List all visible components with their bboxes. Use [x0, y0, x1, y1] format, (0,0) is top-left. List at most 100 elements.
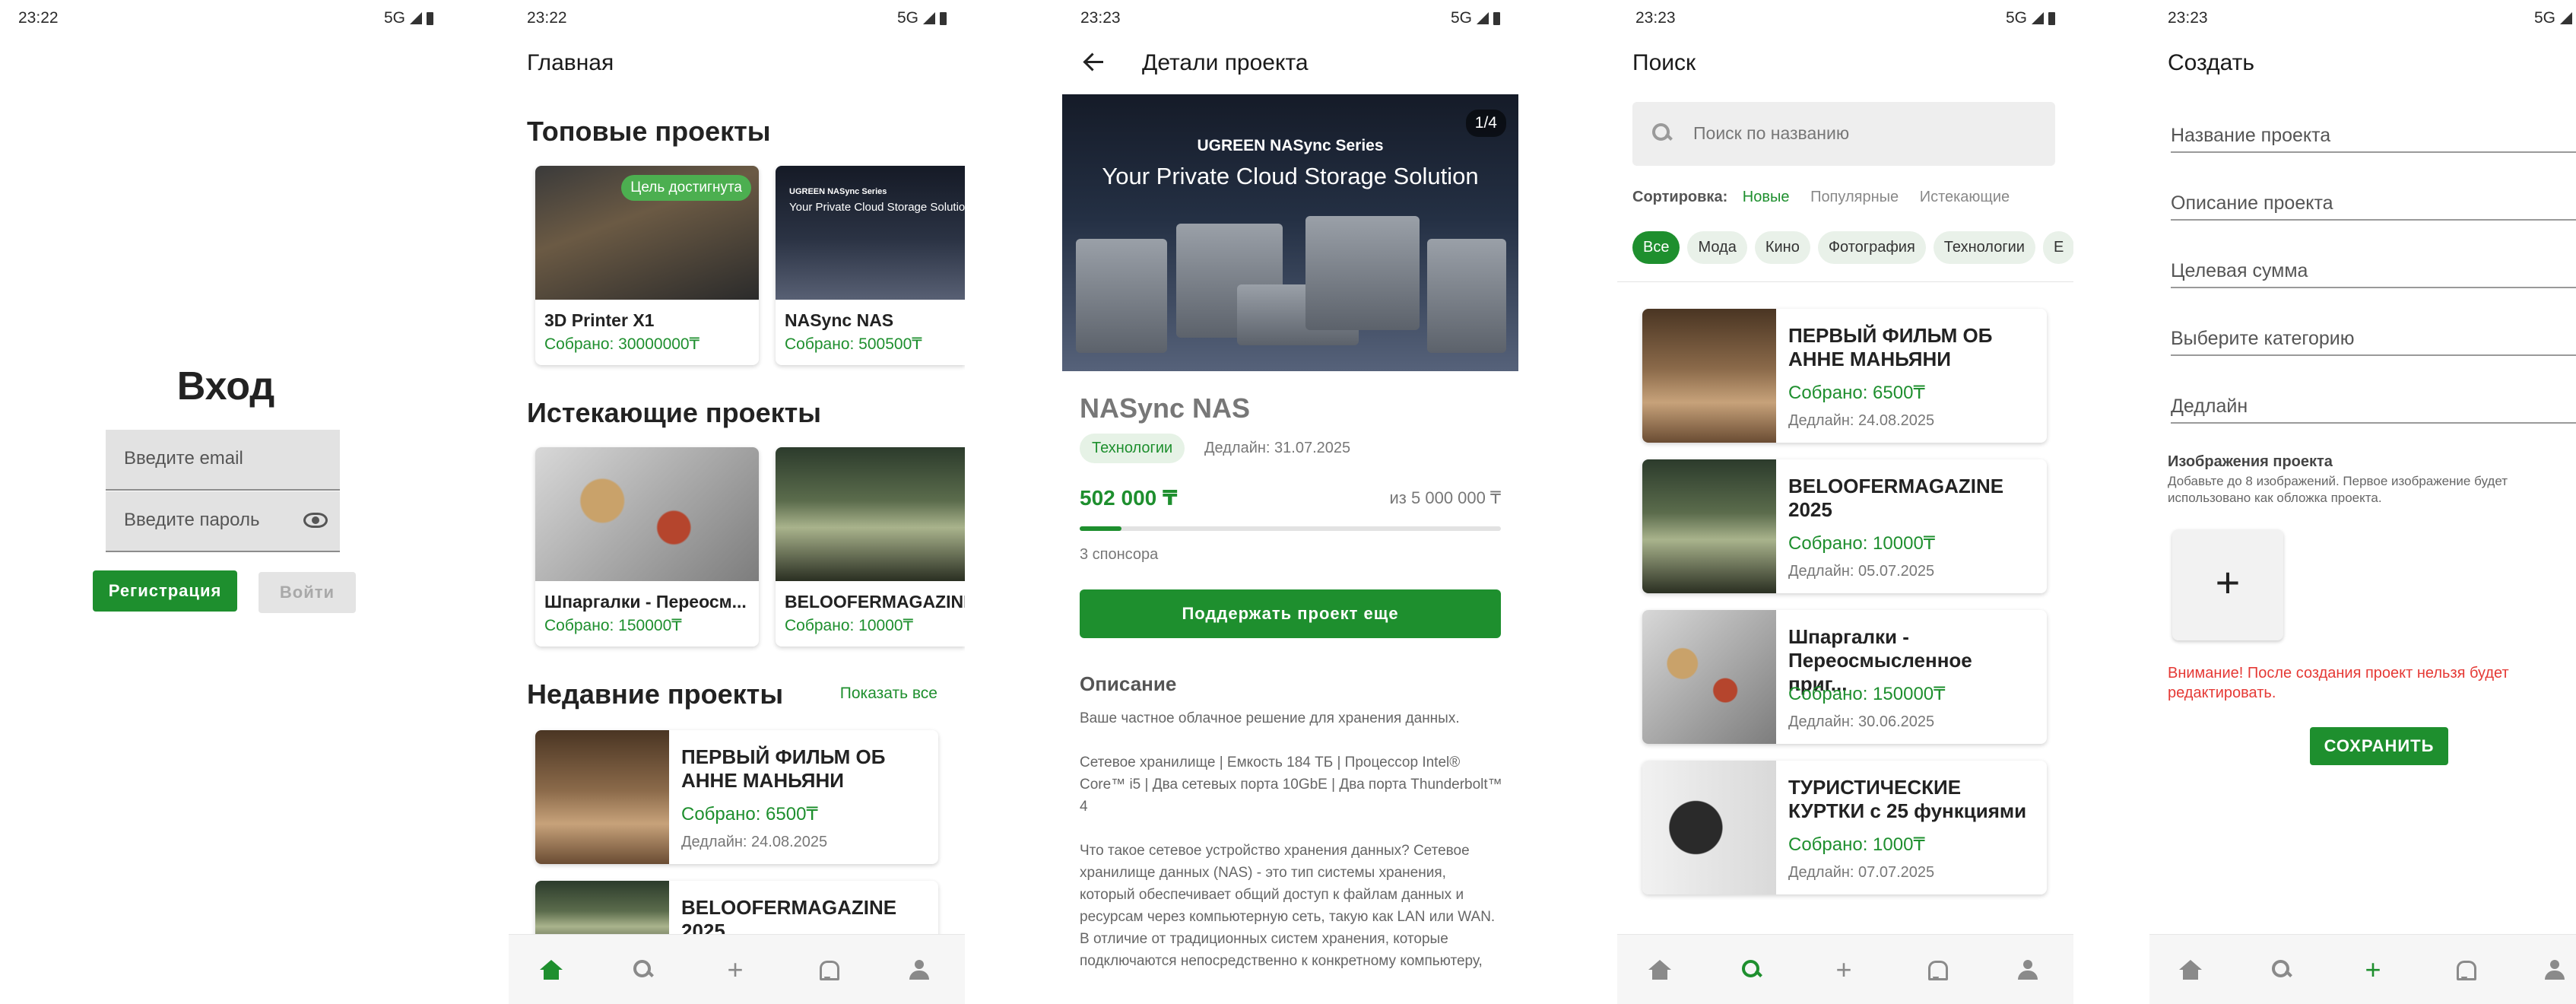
target-amount-field[interactable]: Целевая сумма: [2171, 260, 2576, 288]
search-result-card[interactable]: Шпаргалки - Переосмысленное приг... Собр…: [1642, 610, 2047, 744]
chip-more[interactable]: Е: [2042, 231, 2073, 264]
image-counter: 1/4: [1465, 110, 1506, 137]
project-name: NASync NAS: [785, 310, 894, 330]
nas-device-image: [1305, 216, 1420, 330]
profile-icon: [2018, 960, 2038, 980]
chip-cinema[interactable]: Кино: [1754, 231, 1810, 264]
nav-profile[interactable]: [2007, 948, 2049, 991]
nav-profile[interactable]: [898, 948, 941, 991]
battery-icon: [940, 11, 947, 25]
search-icon: [633, 960, 653, 980]
register-button[interactable]: Регистрация: [93, 570, 237, 612]
nav-create[interactable]: +: [1823, 948, 1865, 991]
chip-all[interactable]: Все: [1632, 231, 1680, 264]
nav-create[interactable]: +: [714, 948, 757, 991]
search-icon: [2272, 960, 2292, 980]
nav-profile[interactable]: [2533, 948, 2576, 991]
add-image-button[interactable]: +: [2172, 529, 2283, 640]
description-paragraph: Сетевое хранилище | Емкость 184 ТБ | Про…: [1080, 755, 1502, 815]
project-card[interactable]: Шпаргалки - Переосм... Собрано: 150000₸: [535, 447, 759, 647]
search-result-card[interactable]: ПЕРВЫЙ ФИЛЬМ ОБ АННЕ МАНЬЯНИ Собрано: 65…: [1642, 309, 2047, 443]
nav-notifications[interactable]: [2443, 948, 2486, 991]
support-project-button[interactable]: Поддержать проект еще: [1080, 589, 1501, 638]
nav-notifications[interactable]: [1915, 948, 1957, 991]
chip-fashion[interactable]: Мода: [1687, 231, 1747, 264]
sort-expiring[interactable]: Истекающие: [1920, 189, 2010, 205]
project-card[interactable]: BELOOFERMAGAZINE Собрано: 10000₸: [776, 447, 965, 647]
login-title: Вход: [176, 364, 275, 408]
nav-search[interactable]: [2260, 948, 2303, 991]
nav-home[interactable]: [2169, 948, 2212, 991]
top-projects-title: Топовые проекты: [527, 116, 771, 147]
bell-icon: [818, 959, 839, 980]
goal-reached-badge: Цель достигнута: [621, 175, 751, 201]
sort-label: Сортировка:: [1632, 189, 1728, 205]
project-card[interactable]: UGREEN NASync Series Your Private Cloud …: [776, 166, 965, 365]
plus-icon: +: [1835, 954, 1852, 985]
network-label: 5G: [896, 9, 918, 27]
email-placeholder: Введите email: [124, 448, 243, 469]
bottom-nav: +: [2149, 934, 2576, 1004]
project-raised: Собрано: 10000₸: [785, 617, 913, 634]
recent-projects-title: Недавние проекты: [527, 678, 784, 710]
project-deadline: Дедлайн: 31.07.2025: [1204, 440, 1351, 456]
sort-new[interactable]: Новые: [1743, 189, 1790, 205]
project-raised: Собрано: 150000₸: [1788, 684, 1946, 704]
password-field[interactable]: Введите пароль: [106, 491, 340, 552]
progress-fill: [1080, 526, 1122, 531]
email-field[interactable]: Введите email: [106, 430, 340, 491]
hero-brand-text: UGREEN NASync Series: [1197, 137, 1384, 154]
home-icon: [540, 960, 563, 980]
login-button[interactable]: Войти: [259, 572, 356, 613]
chip-technology[interactable]: Технологии: [1933, 231, 2035, 264]
bottom-nav: +: [1617, 934, 2073, 1004]
nav-search[interactable]: [1731, 948, 1773, 991]
eye-icon[interactable]: [303, 513, 328, 528]
project-details-screen: 23:23 5G Детали проекта UGREEN NASync Se…: [1062, 0, 1518, 1004]
project-image: [776, 447, 965, 581]
project-raised: Собрано: 500500₸: [785, 335, 922, 353]
sort-popular[interactable]: Популярные: [1810, 189, 1899, 205]
save-button[interactable]: СОХРАНИТЬ: [2310, 727, 2448, 765]
project-image: [1642, 459, 1776, 593]
field-placeholder: Дедлайн: [2171, 396, 2248, 417]
search-result-card[interactable]: ТУРИСТИЧЕСКИЕ КУРТКИ с 25 функциями Собр…: [1642, 761, 2047, 894]
search-result-card[interactable]: BELOOFERMAGAZINE 2025 Собрано: 10000₸ Де…: [1642, 459, 2047, 593]
project-image: [1642, 309, 1776, 443]
sponsors-count: 3 спонсора: [1080, 546, 1159, 563]
deadline-field[interactable]: Дедлайн: [2171, 396, 2576, 424]
back-arrow-icon[interactable]: [1083, 52, 1105, 73]
project-card[interactable]: Цель достигнута 3D Printer X1 Собрано: 3…: [535, 166, 759, 365]
bottom-nav: +: [509, 934, 965, 1004]
login-screen: 23:22 5G Вход Введите email Введите паро…: [0, 0, 452, 1004]
home-icon: [1648, 960, 1671, 980]
nav-create[interactable]: +: [2352, 948, 2394, 991]
search-input[interactable]: Поиск по названию: [1632, 102, 2055, 166]
project-name: Шпаргалки - Переосм...: [544, 592, 747, 612]
status-bar: 23:22 5G: [509, 8, 965, 30]
nav-search[interactable]: [622, 948, 665, 991]
project-deadline: Дедлайн: 07.07.2025: [1788, 864, 1935, 881]
project-name-field[interactable]: Название проекта: [2171, 125, 2576, 153]
search-icon: [1652, 123, 1672, 143]
category-chip: Технологии: [1080, 434, 1185, 463]
edit-warning: Внимание! После создания проект нельзя б…: [2168, 665, 2509, 701]
signal-icon: [2560, 12, 2572, 24]
recent-project-card[interactable]: ПЕРВЫЙ ФИЛЬМ ОБ АННЕ МАНЬЯНИ Собрано: 65…: [535, 730, 938, 864]
project-description-field[interactable]: Описание проекта: [2171, 192, 2576, 221]
description-title: Описание: [1080, 672, 1177, 695]
project-name: BELOOFERMAGAZINE: [785, 592, 965, 612]
project-image-carousel[interactable]: UGREEN NASync Series Your Private Cloud …: [1062, 94, 1518, 371]
nav-home[interactable]: [530, 948, 573, 991]
show-all-link[interactable]: Показать все: [840, 685, 937, 703]
project-title: ТУРИСТИЧЕСКИЕ КУРТКИ с 25 функциями: [1788, 776, 2027, 822]
chip-photography[interactable]: Фотография: [1817, 231, 1926, 264]
project-raised: Собрано: 10000₸: [1788, 533, 1936, 554]
field-placeholder: Название проекта: [2171, 125, 2331, 146]
project-image: UGREEN NASync Series Your Private Cloud …: [776, 166, 965, 300]
nav-notifications[interactable]: [806, 948, 849, 991]
page-title: Главная: [527, 50, 614, 75]
bell-icon: [2455, 959, 2476, 980]
nav-home[interactable]: [1639, 948, 1681, 991]
category-select[interactable]: Выберите категорию: [2171, 328, 2576, 356]
